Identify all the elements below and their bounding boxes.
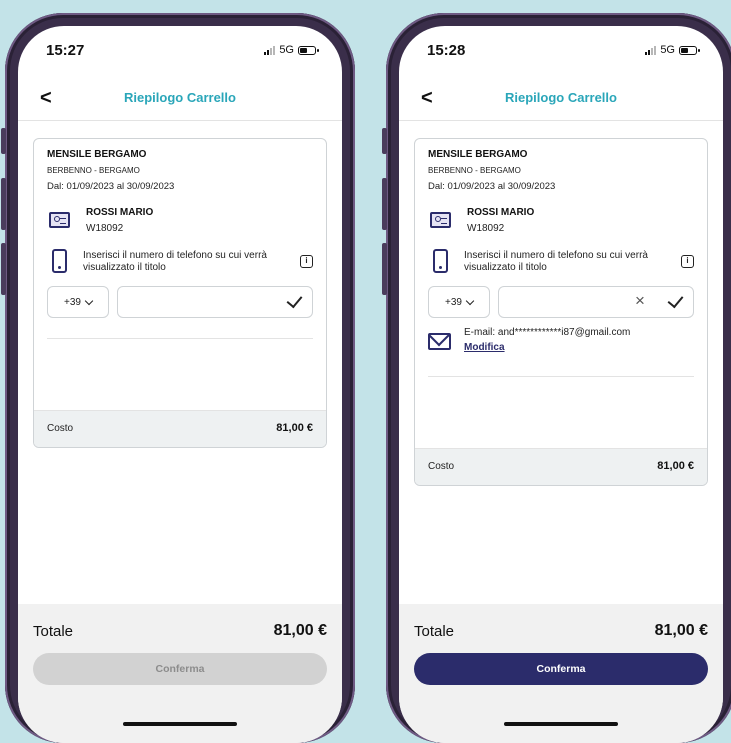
cost-value: 81,00 € [657, 460, 694, 472]
phone-side-button [1, 128, 6, 154]
phone-side-button [382, 128, 387, 154]
smartphone-icon [52, 249, 67, 273]
home-indicator [504, 722, 618, 726]
cost-value: 81,00 € [276, 422, 313, 434]
phone-frame-1: 15:27 5G < Riepilogo Carrello MENSILE BE… [1, 13, 355, 743]
confirm-button[interactable]: Conferma [33, 653, 327, 685]
ticket-validity: Dal: 01/09/2023 al 30/09/2023 [47, 181, 175, 192]
ticket-title: MENSILE BERGAMO [47, 149, 147, 160]
id-card-icon [430, 212, 451, 228]
ticket-route: BERBENNO - BERGAMO [47, 166, 140, 175]
status-right: 5G [264, 44, 319, 56]
phone-volume-down-button [1, 243, 6, 295]
holder-code: W18092 [86, 223, 124, 234]
country-prefix-select[interactable]: +39 [47, 286, 109, 318]
total-label: Totale [414, 623, 455, 640]
total-value: 81,00 € [654, 622, 708, 639]
phone-number-input[interactable]: × [498, 286, 694, 318]
phone-volume-down-button [382, 243, 387, 295]
phone-volume-up-button [382, 178, 387, 230]
prefix-value: +39 [64, 296, 81, 308]
checkout-footer: Totale 81,00 € Conferma [18, 604, 342, 743]
checkmark-icon[interactable] [286, 291, 303, 309]
home-indicator [123, 722, 237, 726]
nav-header: < Riepilogo Carrello [18, 78, 342, 121]
cost-label: Costo [47, 423, 74, 434]
status-right: 5G [645, 44, 700, 56]
info-icon[interactable]: i [300, 255, 313, 268]
checkmark-icon[interactable] [667, 291, 684, 309]
divider [428, 376, 694, 377]
network-label: 5G [279, 44, 294, 56]
cost-row: Costo 81,00 € [34, 410, 326, 447]
modify-email-link[interactable]: Modifica [464, 342, 505, 353]
holder-name: ROSSI MARIO [467, 207, 535, 218]
ticket-validity: Dal: 01/09/2023 al 30/09/2023 [428, 181, 556, 192]
prefix-value: +39 [445, 296, 462, 308]
holder-name: ROSSI MARIO [86, 207, 154, 218]
page-title: Riepilogo Carrello [124, 90, 236, 105]
signal-icon [264, 45, 276, 55]
holder-code: W18092 [467, 223, 505, 234]
phone-frame-2: 15:28 5G < Riepilogo Carrello MENSILE BE… [382, 13, 731, 743]
status-bar: 15:28 5G [427, 40, 700, 60]
cost-label: Costo [428, 461, 455, 472]
cart-card: MENSILE BERGAMO BERBENNO - BERGAMO Dal: … [414, 138, 708, 486]
page-title: Riepilogo Carrello [505, 90, 617, 105]
phone-prompt: Inserisci il numero di telefono su cui v… [464, 250, 648, 273]
phone-volume-up-button [1, 178, 6, 230]
ticket-route: BERBENNO - BERGAMO [428, 166, 521, 175]
phone-number-input[interactable] [117, 286, 313, 318]
battery-icon [679, 45, 700, 55]
status-time: 15:27 [46, 41, 85, 59]
status-time: 15:28 [427, 41, 466, 59]
battery-icon [298, 45, 319, 55]
chevron-down-icon [465, 296, 475, 305]
total-label: Totale [33, 623, 74, 640]
info-icon[interactable]: i [681, 255, 694, 268]
signal-icon [645, 45, 657, 55]
cart-card: MENSILE BERGAMO BERBENNO - BERGAMO Dal: … [33, 138, 327, 448]
ticket-title: MENSILE BERGAMO [428, 149, 528, 160]
clear-icon[interactable]: × [632, 292, 648, 309]
screen-2: 15:28 5G < Riepilogo Carrello MENSILE BE… [399, 26, 723, 743]
cost-row: Costo 81,00 € [415, 448, 707, 485]
id-card-icon [49, 212, 70, 228]
smartphone-icon [433, 249, 448, 273]
confirm-button[interactable]: Conferma [414, 653, 708, 685]
chevron-down-icon [84, 296, 94, 305]
divider [47, 338, 313, 339]
total-value: 81,00 € [273, 622, 327, 639]
phone-prompt: Inserisci il numero di telefono su cui v… [83, 250, 267, 273]
checkout-footer: Totale 81,00 € Conferma [399, 604, 723, 743]
envelope-icon [428, 333, 451, 350]
screen-1: 15:27 5G < Riepilogo Carrello MENSILE BE… [18, 26, 342, 743]
email-text: E-mail: and************i87@gmail.com [464, 327, 631, 338]
nav-header: < Riepilogo Carrello [399, 78, 723, 121]
country-prefix-select[interactable]: +39 [428, 286, 490, 318]
network-label: 5G [660, 44, 675, 56]
status-bar: 15:27 5G [46, 40, 319, 60]
